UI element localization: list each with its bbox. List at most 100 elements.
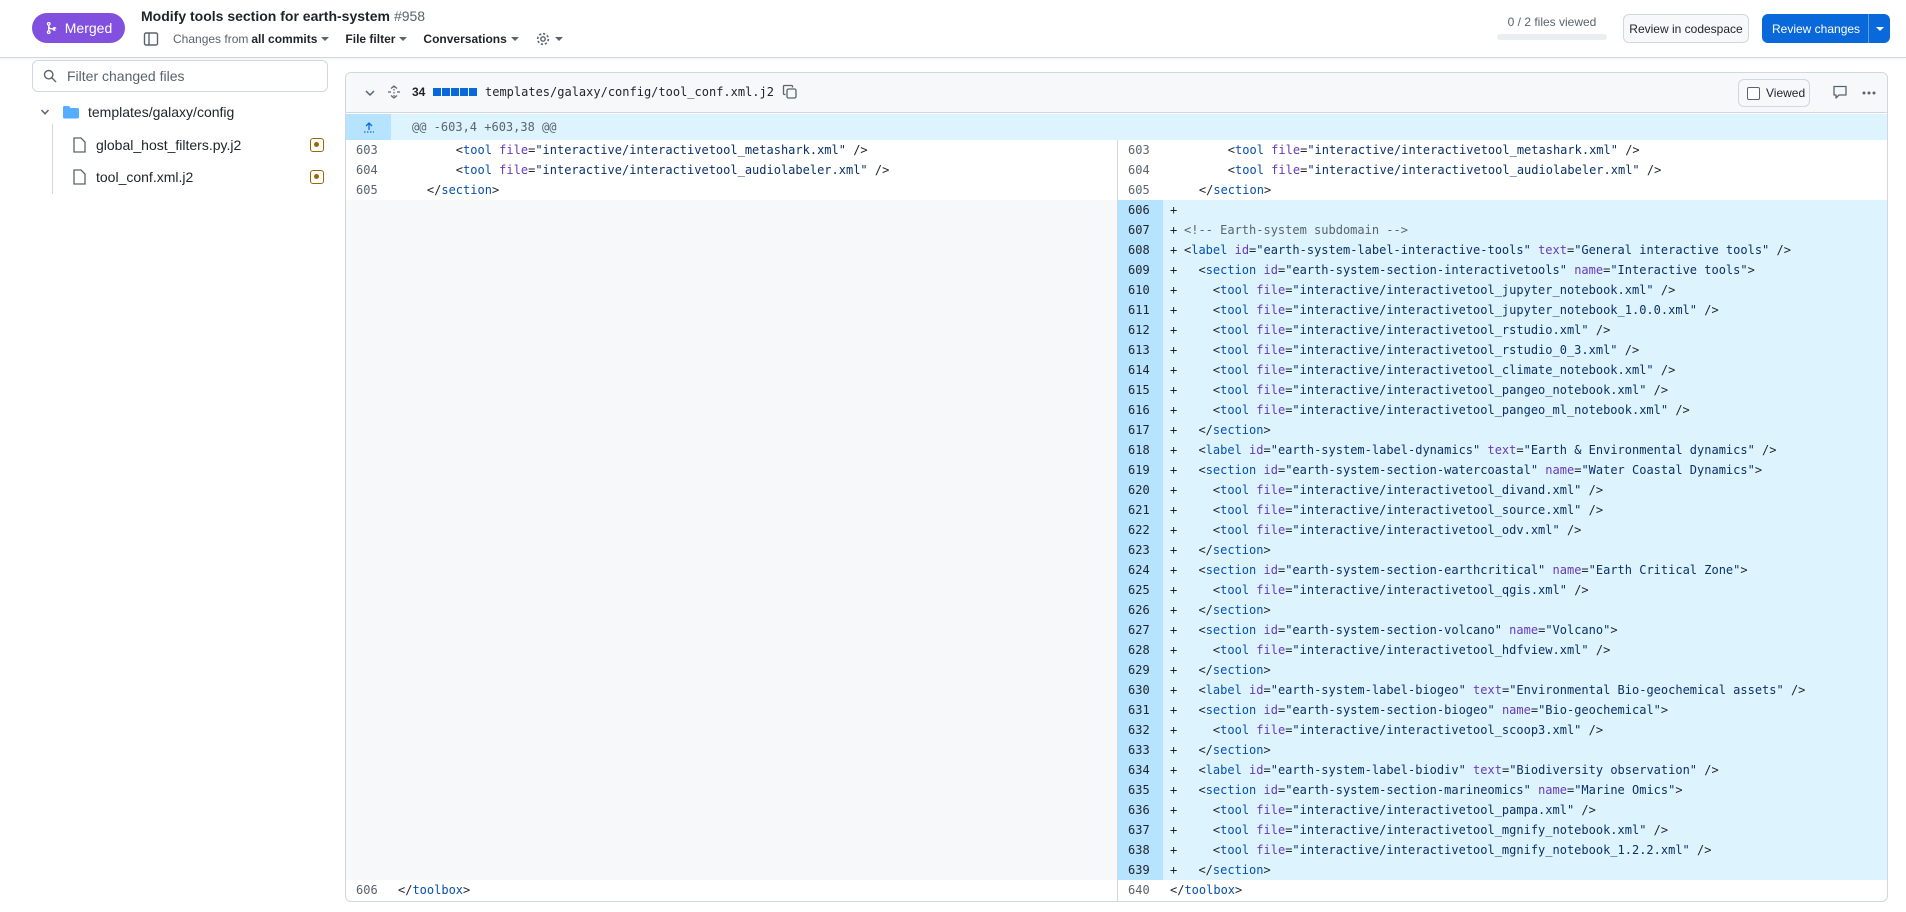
line-number[interactable]: 628 xyxy=(1118,640,1163,660)
addition-marker: + xyxy=(1170,743,1178,757)
addition-marker: + xyxy=(1170,483,1178,497)
review-in-codespace-button[interactable]: Review in codespace xyxy=(1623,14,1749,43)
kebab-horizontal-icon[interactable] xyxy=(1861,85,1877,101)
diff-settings-button[interactable] xyxy=(535,31,563,47)
line-number[interactable]: 616 xyxy=(1118,400,1163,420)
conversations-dropdown[interactable]: Conversations xyxy=(423,32,519,46)
line-number[interactable]: 634 xyxy=(1118,760,1163,780)
merged-label: Merged xyxy=(64,20,113,36)
file-filter-dropdown[interactable]: File filter xyxy=(345,32,408,46)
line-number[interactable]: 609 xyxy=(1118,260,1163,280)
diff-context-line: 603 <tool file="interactive/interactivet… xyxy=(1118,140,1887,160)
line-number[interactable]: 604 xyxy=(1118,160,1163,180)
file-name: global_host_filters.py.j2 xyxy=(96,137,242,153)
line-number[interactable]: 606 xyxy=(1118,200,1163,220)
code-text: <section id="earth-system-section-earthc… xyxy=(1198,563,1748,577)
fold-up-icon xyxy=(363,122,374,133)
code-text: <tool file="interactive/interactivetool_… xyxy=(1212,343,1640,357)
diff-added-line: 622 + <tool file="interactive/interactive… xyxy=(1118,520,1887,540)
code-text: </section> xyxy=(1198,863,1271,877)
tree-file-item[interactable]: global_host_filters.py.j2 xyxy=(72,137,324,153)
line-number[interactable]: 631 xyxy=(1118,700,1163,720)
line-number[interactable]: 612 xyxy=(1118,320,1163,340)
line-number[interactable]: 622 xyxy=(1118,520,1163,540)
line-number[interactable]: 618 xyxy=(1118,440,1163,460)
line-number[interactable]: 638 xyxy=(1118,840,1163,860)
diff-added-line: 617 + </section> xyxy=(1118,420,1887,440)
line-number[interactable]: 624 xyxy=(1118,560,1163,580)
diff-context-line: 605 </section> xyxy=(1118,180,1887,200)
line-number[interactable]: 614 xyxy=(1118,360,1163,380)
line-number[interactable]: 635 xyxy=(1118,780,1163,800)
tree-file-item[interactable]: tool_conf.xml.j2 xyxy=(72,169,324,185)
line-number[interactable]: 623 xyxy=(1118,540,1163,560)
line-number[interactable]: 617 xyxy=(1118,420,1163,440)
code-text: <tool file="interactive/interactivetool_… xyxy=(1212,503,1604,517)
line-number[interactable]: 610 xyxy=(1118,280,1163,300)
comment-icon[interactable] xyxy=(1832,84,1848,100)
conversations-label: Conversations xyxy=(423,32,507,46)
tree-folder-item[interactable]: templates/galaxy/config xyxy=(40,104,234,120)
line-number[interactable]: 603 xyxy=(346,140,391,160)
line-number[interactable]: 636 xyxy=(1118,800,1163,820)
unfold-icon[interactable] xyxy=(387,85,401,99)
line-number[interactable]: 605 xyxy=(346,180,391,200)
review-changes-button[interactable]: Review changes xyxy=(1762,14,1890,43)
line-number[interactable]: 629 xyxy=(1118,660,1163,680)
diffstat-square xyxy=(442,88,450,96)
line-number[interactable]: 637 xyxy=(1118,820,1163,840)
diff-added-line: 620 + <tool file="interactive/interactive… xyxy=(1118,480,1887,500)
diff-added-line: 632 + <tool file="interactive/interactive… xyxy=(1118,720,1887,740)
code-text: <section id="earth-system-section-marine… xyxy=(1198,783,1683,797)
chevron-down-icon xyxy=(554,37,563,41)
viewed-checkbox-button[interactable]: Viewed xyxy=(1738,79,1810,107)
chevron-down-icon[interactable] xyxy=(364,87,376,99)
search-icon xyxy=(43,69,57,83)
line-number[interactable]: 625 xyxy=(1118,580,1163,600)
merged-status-badge: Merged xyxy=(32,13,125,43)
line-number[interactable]: 608 xyxy=(1118,240,1163,260)
line-number[interactable]: 639 xyxy=(1118,860,1163,880)
diff-context-line: 605 </section> xyxy=(346,180,1117,200)
code-text: </toolbox> xyxy=(398,883,471,897)
line-number[interactable]: 613 xyxy=(1118,340,1163,360)
toggle-file-tree-button[interactable] xyxy=(143,31,159,47)
line-number[interactable]: 604 xyxy=(346,160,391,180)
review-changes-dropdown[interactable] xyxy=(1868,14,1890,43)
diff-file-path[interactable]: templates/galaxy/config/tool_conf.xml.j2 xyxy=(485,85,774,99)
line-number[interactable]: 605 xyxy=(1118,180,1163,200)
line-number[interactable]: 626 xyxy=(1118,600,1163,620)
diff-added-line: 611 + <tool file="interactive/interactive… xyxy=(1118,300,1887,320)
addition-marker: + xyxy=(1170,783,1178,797)
line-number[interactable]: 606 xyxy=(346,880,391,900)
addition-marker: + xyxy=(1170,323,1178,337)
line-number[interactable]: 607 xyxy=(1118,220,1163,240)
copy-icon[interactable] xyxy=(782,84,798,100)
addition-marker: + xyxy=(1170,563,1178,577)
line-number[interactable]: 640 xyxy=(1118,880,1163,900)
addition-marker: + xyxy=(1170,543,1178,557)
code-text: <tool file="interactive/interactivetool_… xyxy=(1212,583,1589,597)
line-number[interactable]: 633 xyxy=(1118,740,1163,760)
code-text: <tool file="interactive/interactivetool_… xyxy=(455,163,890,177)
line-number[interactable]: 621 xyxy=(1118,500,1163,520)
viewed-label: Viewed xyxy=(1766,86,1806,100)
diff-added-line: 629 + </section> xyxy=(1118,660,1887,680)
changes-from-dropdown[interactable]: Changes from all commits xyxy=(173,32,330,46)
expand-up-button[interactable] xyxy=(346,114,391,140)
diff-added-line: 627 + <section id="earth-system-section-v… xyxy=(1118,620,1887,640)
file-modified-icon xyxy=(310,138,324,152)
line-number[interactable]: 630 xyxy=(1118,680,1163,700)
diff-added-line: 630 + <label id="earth-system-label-bioge… xyxy=(1118,680,1887,700)
diff-added-line: 612 + <tool file="interactive/interactive… xyxy=(1118,320,1887,340)
line-number[interactable]: 611 xyxy=(1118,300,1163,320)
line-number[interactable]: 603 xyxy=(1118,140,1163,160)
line-number[interactable]: 632 xyxy=(1118,720,1163,740)
line-number[interactable]: 615 xyxy=(1118,380,1163,400)
diff-added-line: 618 + <label id="earth-system-label-dynam… xyxy=(1118,440,1887,460)
line-number[interactable]: 627 xyxy=(1118,620,1163,640)
filter-changed-files-input[interactable] xyxy=(67,68,307,84)
files-viewed-progress-bar xyxy=(1497,34,1607,40)
line-number[interactable]: 620 xyxy=(1118,480,1163,500)
line-number[interactable]: 619 xyxy=(1118,460,1163,480)
